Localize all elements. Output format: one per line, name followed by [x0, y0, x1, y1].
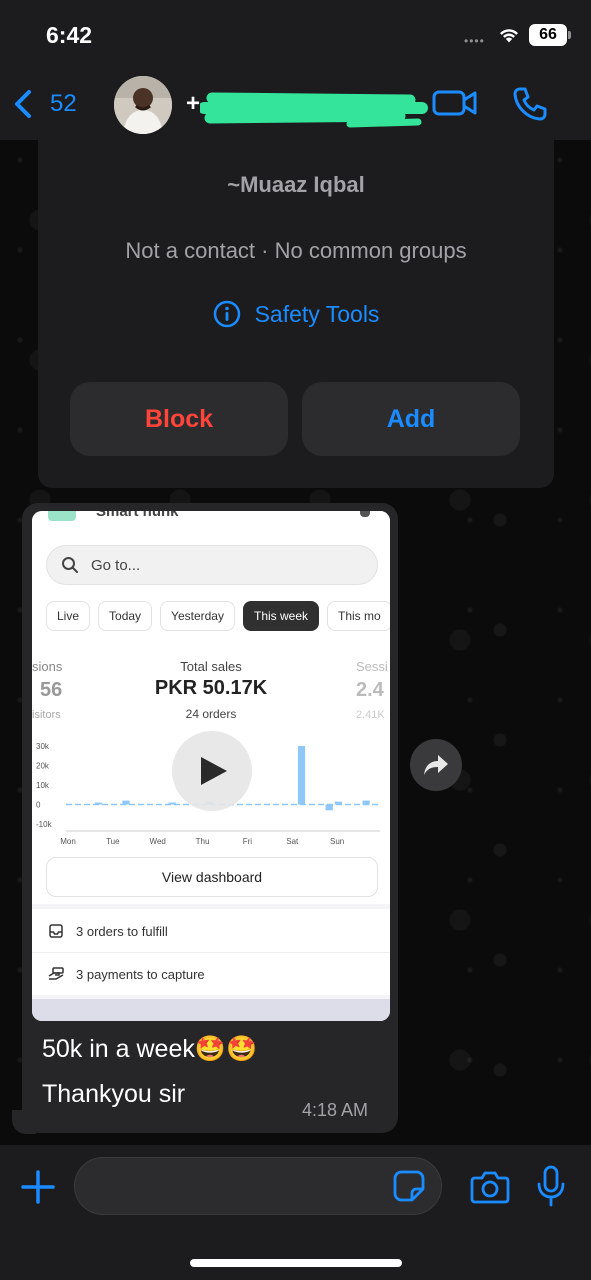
message-bubble[interactable]: Smart hunk Go to... Live Today Yesterday… [22, 503, 398, 1133]
preview-sessions-right-label: Sessi [356, 659, 388, 674]
message-text-line-2: Thankyou sir [42, 1080, 186, 1108]
microphone-icon[interactable] [536, 1165, 566, 1207]
home-indicator[interactable] [190, 1259, 402, 1267]
message-input[interactable] [74, 1157, 442, 1215]
preview-app-header: Smart hunk [32, 511, 390, 529]
preview-task-orders-label: 3 orders to fulfill [76, 923, 168, 939]
forward-icon [424, 755, 448, 775]
y-tick-label: 30k [36, 742, 50, 751]
preview-task-orders: 3 orders to fulfill [48, 920, 168, 942]
message-timestamp: 4:18 AM [302, 1100, 369, 1120]
preview-search-bar: Go to... [46, 545, 378, 585]
chart-bar [94, 802, 102, 805]
y-tick-label: 10k [36, 781, 50, 790]
preview-search-placeholder: Go to... [91, 556, 141, 574]
safety-tools-link[interactable]: Safety Tools [38, 300, 554, 328]
contact-status: Not a contact · No common groups [125, 238, 467, 263]
status-time: 6:42 [46, 22, 93, 48]
chart-bar [122, 800, 130, 805]
preview-sessions-right-value: 2.4 [356, 679, 384, 701]
chat-header: 52 + [0, 70, 591, 140]
preview-footer-strip [32, 999, 390, 1021]
payment-hand-icon [48, 967, 64, 980]
safety-tools-label: Safety Tools [254, 300, 380, 327]
x-tick-label: Sat [286, 837, 299, 846]
bell-icon [360, 511, 370, 517]
back-button[interactable]: 52 [10, 82, 77, 126]
preview-store-name: Smart hunk [96, 511, 179, 520]
video-call-icon[interactable] [432, 88, 478, 118]
inbox-icon [49, 924, 63, 938]
preview-tab-today: Today [98, 601, 153, 631]
video-thumbnail[interactable]: Smart hunk Go to... Live Today Yesterday… [32, 511, 390, 1021]
phone-icon[interactable] [512, 86, 548, 122]
preview-total-sales-label: Total sales [180, 659, 242, 674]
y-tick-label: -10k [36, 820, 53, 829]
x-tick-label: Tue [106, 837, 120, 846]
chart-bar [362, 800, 370, 805]
preview-tab-this-week: This week [242, 601, 320, 631]
contact-phone-number[interactable]: + [186, 90, 200, 118]
forward-button[interactable] [410, 739, 462, 791]
x-tick-label: Mon [60, 837, 76, 846]
chevron-left-icon [15, 90, 31, 118]
message-text-line-1: 50k in a week🤩🤩 [42, 1035, 258, 1063]
info-icon [213, 300, 240, 328]
preview-orders-count: 24 orders [185, 707, 237, 721]
preview-task-list: 3 orders to fulfill 3 payments to captur… [32, 909, 390, 995]
x-tick-label: Wed [150, 837, 166, 846]
chart-bar [168, 802, 176, 805]
preview-range-tabs: Live Today Yesterday This week This mo [46, 601, 390, 631]
redaction-mark [200, 92, 428, 128]
chart-bar [325, 804, 333, 811]
battery-icon: 66 [529, 24, 571, 46]
preview-task-payments: 3 payments to capture [48, 963, 205, 985]
x-tick-label: Fri [243, 837, 253, 846]
search-icon [62, 557, 78, 573]
preview-dashboard-panel: Go to... Live Today Yesterday This week … [32, 529, 390, 904]
preview-sessions-right-sub: 2.41K [356, 709, 385, 721]
chart-bar [297, 746, 306, 805]
unread-count: 52 [50, 90, 77, 117]
contact-name: ~Muaaz Iqbal [227, 172, 365, 197]
camera-icon[interactable] [470, 1169, 510, 1205]
y-tick-label: 20k [36, 762, 50, 771]
wifi-icon [500, 29, 518, 43]
preview-tab-yesterday: Yesterday [160, 601, 235, 631]
preview-tab-this-month: This mo [327, 601, 390, 631]
sticker-icon[interactable] [392, 1169, 426, 1203]
play-button[interactable] [172, 731, 252, 811]
status-bar: 6:42 •••• 66 [0, 0, 591, 70]
preview-task-payments-label: 3 payments to capture [76, 966, 205, 982]
store-logo-icon [48, 511, 76, 521]
play-icon [201, 757, 227, 785]
x-tick-label: Thu [196, 837, 210, 846]
x-tick-label: Sun [330, 837, 344, 846]
add-contact-button[interactable]: Add [302, 382, 520, 456]
preview-tab-live: Live [46, 601, 91, 631]
preview-total-sales-value: PKR 50.17K [154, 677, 268, 699]
avatar-photo [114, 76, 172, 134]
preview-view-dashboard-button: View dashboard [46, 857, 378, 897]
avatar[interactable] [114, 76, 172, 134]
cellular-signal-icon: •••• [464, 34, 485, 48]
y-tick-label: 0 [36, 801, 41, 810]
block-button[interactable]: Block [70, 382, 288, 456]
chart-bar [334, 801, 343, 805]
plus-icon[interactable] [18, 1167, 58, 1207]
divider [32, 952, 390, 953]
contact-info-card: ~Muaaz Iqbal Not a contact · No common g… [38, 140, 554, 488]
